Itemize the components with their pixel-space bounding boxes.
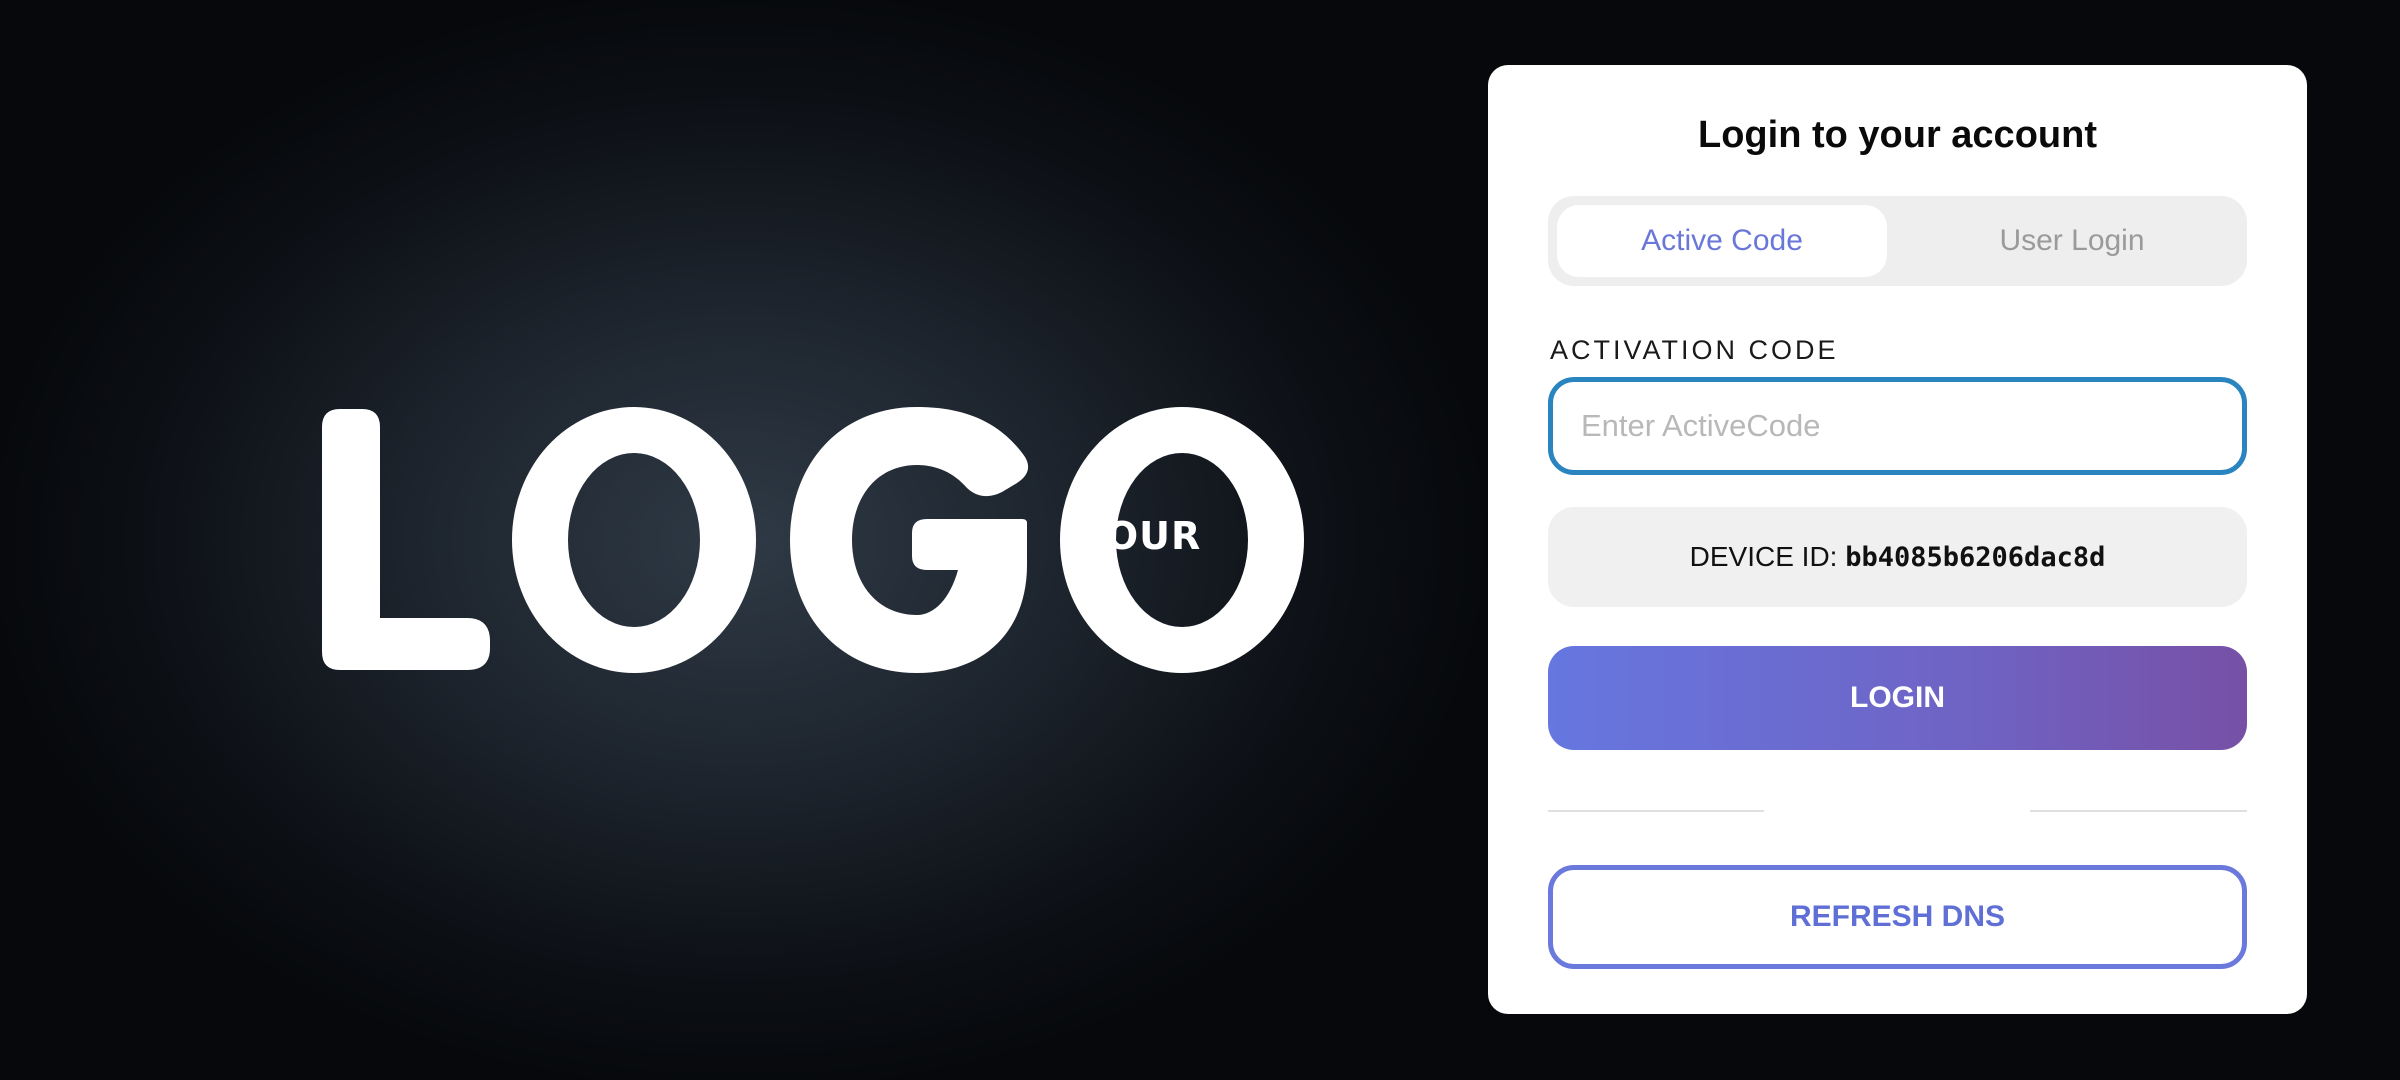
activation-code-label: ACTIVATION CODE — [1550, 335, 1839, 365]
device-id-box: DEVICE ID: bb4085b6206dac8d — [1548, 507, 2247, 607]
card-title: Login to your account — [1698, 114, 2097, 156]
login-button[interactable]: LOGIN — [1548, 646, 2247, 750]
tab-user-login[interactable]: User Login — [1907, 205, 2237, 277]
divider-left — [1548, 810, 1764, 812]
logo-letter-o-1 — [512, 406, 756, 674]
device-id-value: bb4085b6206dac8d — [1845, 542, 2106, 573]
logo-letter-l — [322, 409, 490, 670]
divider-right — [2030, 810, 2247, 812]
refresh-dns-button[interactable]: REFRESH DNS — [1548, 865, 2247, 969]
tab-active-code[interactable]: Active Code — [1557, 205, 1887, 277]
logo-letter-g — [790, 407, 1029, 673]
device-id-label: DEVICE ID: — [1689, 541, 1838, 572]
logo-word-your: YOUR — [1078, 514, 1202, 558]
activation-code-input[interactable] — [1548, 377, 2247, 475]
login-card: Login to your account Active Code User L… — [1488, 65, 2307, 1014]
login-mode-tabs: Active Code User Login — [1548, 196, 2247, 286]
